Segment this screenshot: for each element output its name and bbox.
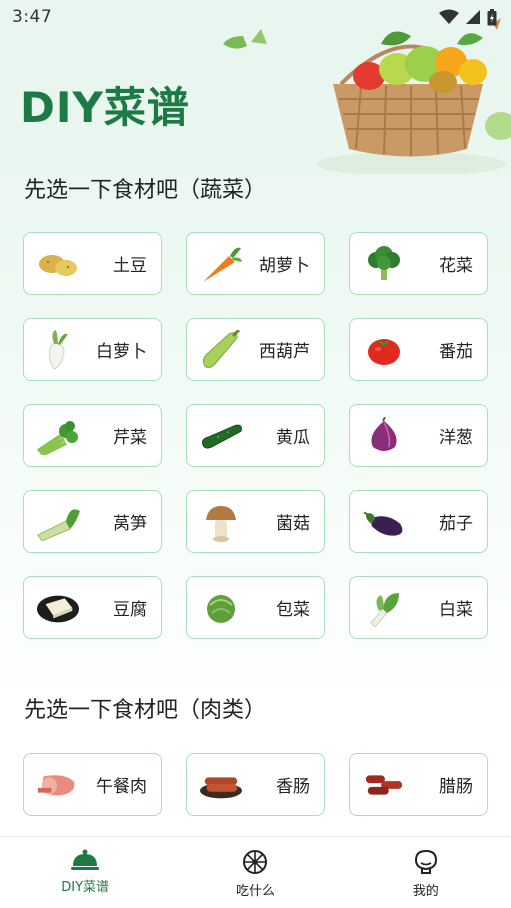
cloche-icon (71, 849, 100, 870)
bottom-navigation: DIY菜谱 吃什么 我的 (0, 836, 511, 908)
ingredient-label: 香肠 (276, 777, 310, 797)
eggplant-icon (362, 504, 406, 540)
ingredient-card-broccoli[interactable]: 花菜 (349, 232, 488, 295)
ingredient-card-sausage[interactable]: 香肠 (186, 753, 325, 816)
ingredient-label: 菌菇 (276, 514, 310, 534)
app-screen: 3:47 DIY菜谱 先选一下食材吧（蔬菜） 土豆 胡萝卜 花菜 白萝卜 西葫芦… (0, 0, 511, 908)
status-icons (439, 8, 497, 26)
nav-tab-profile[interactable]: 我的 (341, 837, 511, 908)
meat-grid: 午餐肉 香肠 腊肠 (23, 753, 489, 816)
ingredient-label: 西葫芦 (259, 342, 310, 362)
ingredient-card-celery[interactable]: 芹菜 (23, 404, 162, 467)
ingredient-card-lettuce-stem[interactable]: 莴笋 (23, 490, 162, 553)
onion-icon (362, 416, 406, 454)
broccoli-icon (362, 245, 406, 282)
ingredient-label: 腊肠 (439, 777, 473, 797)
bok-choy-icon (362, 590, 406, 627)
ingredient-card-chinese-cabbage[interactable]: 白菜 (349, 576, 488, 639)
nav-label: DIY菜谱 (61, 880, 110, 895)
sausage-icon (199, 767, 243, 803)
nav-tab-diy-recipes[interactable]: DIY菜谱 (0, 837, 170, 908)
status-bar: 3:47 (0, 0, 511, 34)
wifi-icon (439, 9, 459, 24)
ingredient-card-luncheon-meat[interactable]: 午餐肉 (23, 753, 162, 816)
battery-icon (487, 8, 497, 25)
potato-icon (36, 246, 80, 282)
radish-icon (36, 329, 80, 370)
ingredient-label: 胡萝卜 (259, 256, 310, 276)
tomato-icon (362, 332, 406, 368)
ingredient-label: 土豆 (113, 256, 147, 276)
ingredient-label: 芹菜 (113, 428, 147, 448)
ingredient-card-white-radish[interactable]: 白萝卜 (23, 318, 162, 381)
ingredient-card-zucchini[interactable]: 西葫芦 (186, 318, 325, 381)
ingredient-card-onion[interactable]: 洋葱 (349, 404, 488, 467)
mushroom-icon (199, 504, 243, 542)
luncheon-meat-icon (36, 767, 80, 803)
ingredient-card-mushroom[interactable]: 菌菇 (186, 490, 325, 553)
ingredient-label: 午餐肉 (96, 777, 147, 797)
cucumber-icon (199, 418, 243, 454)
ingredient-label: 白萝卜 (96, 342, 147, 362)
meat-section-title: 先选一下食材吧（肉类） (24, 698, 267, 723)
carrot-icon (199, 246, 243, 282)
ingredient-label: 白菜 (439, 600, 473, 620)
zucchini-icon (199, 329, 243, 368)
cellular-signal-icon (466, 10, 480, 24)
ingredient-label: 洋葱 (439, 428, 473, 448)
ingredient-card-tofu[interactable]: 豆腐 (23, 576, 162, 639)
ingredient-label: 包菜 (276, 600, 310, 620)
ingredient-label: 莴笋 (113, 514, 147, 534)
ingredient-card-cured-sausage[interactable]: 腊肠 (349, 753, 488, 816)
ingredient-card-eggplant[interactable]: 茄子 (349, 490, 488, 553)
nav-label: 我的 (412, 884, 439, 899)
ingredient-label: 茄子 (439, 514, 473, 534)
tofu-icon (36, 590, 80, 626)
ingredient-card-carrot[interactable]: 胡萝卜 (186, 232, 325, 295)
vegetable-section-title: 先选一下食材吧（蔬菜） (24, 178, 267, 203)
ingredient-label: 番茄 (439, 342, 473, 362)
ingredient-label: 花菜 (439, 256, 473, 276)
wheel-icon (243, 850, 268, 874)
lettuce-stem-icon (36, 504, 80, 541)
vegetable-basket-illustration (223, 18, 511, 174)
profile-icon (414, 849, 437, 874)
status-time: 3:47 (12, 7, 53, 27)
nav-label: 吃什么 (235, 884, 275, 899)
ingredient-card-cucumber[interactable]: 黄瓜 (186, 404, 325, 467)
ingredient-card-potato[interactable]: 土豆 (23, 232, 162, 295)
ingredient-card-tomato[interactable]: 番茄 (349, 318, 488, 381)
cabbage-icon (199, 590, 243, 626)
ingredient-label: 黄瓜 (276, 428, 310, 448)
nav-tab-what-to-eat[interactable]: 吃什么 (170, 837, 340, 908)
cured-sausage-icon (362, 767, 406, 803)
app-title: DIY菜谱 (20, 83, 190, 132)
vegetable-grid: 土豆 胡萝卜 花菜 白萝卜 西葫芦 番茄 芹菜 黄瓜 洋葱 莴笋 菌菇 茄子 豆… (23, 232, 489, 639)
ingredient-card-cabbage[interactable]: 包菜 (186, 576, 325, 639)
celery-icon (36, 418, 80, 455)
ingredient-label: 豆腐 (113, 600, 147, 620)
